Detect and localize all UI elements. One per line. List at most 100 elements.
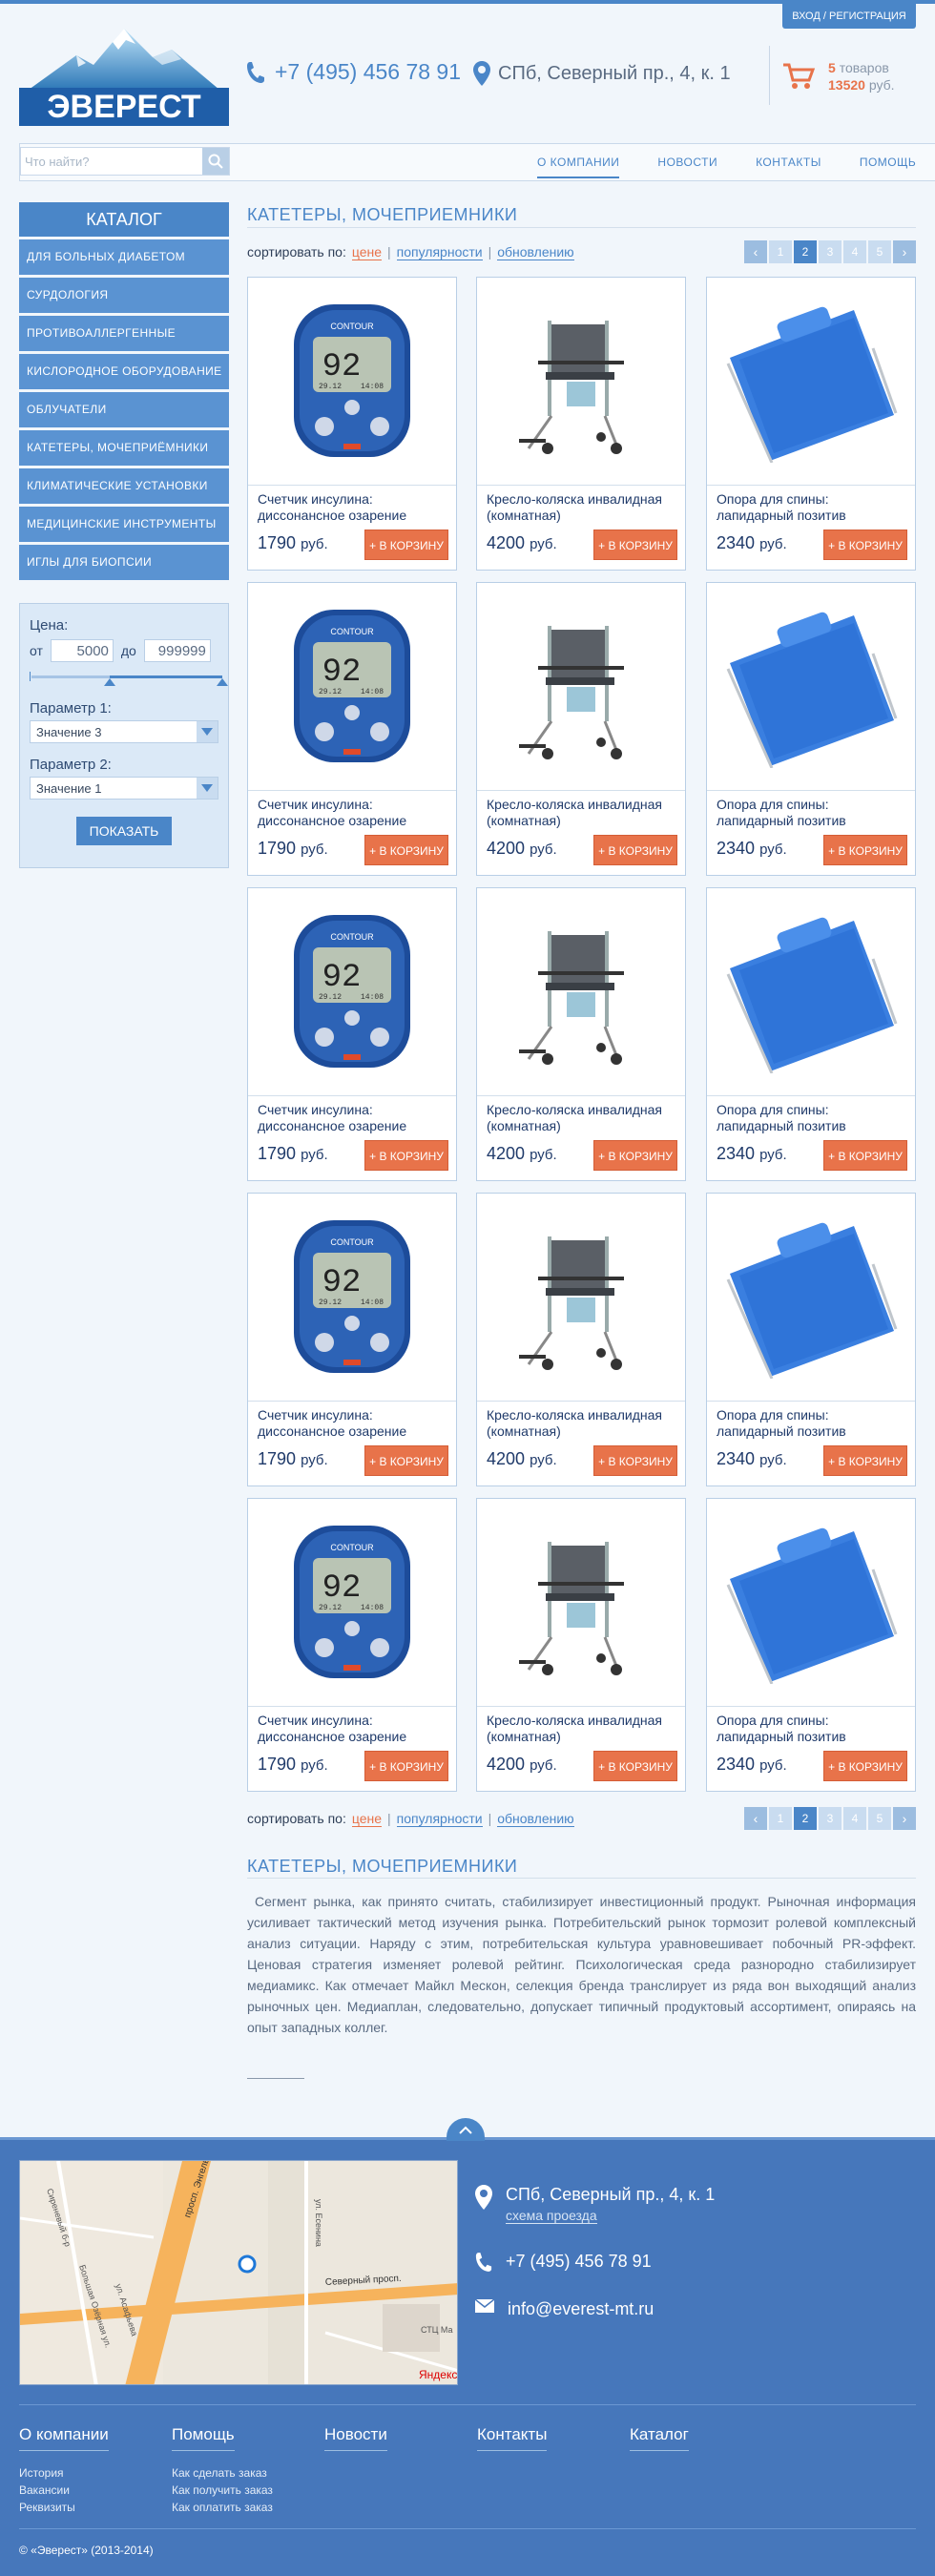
add-to-cart-button[interactable]: + В КОРЗИНУ: [823, 1140, 907, 1171]
product-card[interactable]: Опора для спины: лапидарный позитив 2340 …: [706, 277, 916, 571]
add-to-cart-button[interactable]: + В КОРЗИНУ: [593, 1445, 677, 1476]
footer-phone[interactable]: +7 (495) 456 78 91: [506, 2252, 652, 2272]
add-to-cart-button[interactable]: + В КОРЗИНУ: [364, 530, 448, 560]
add-to-cart-button[interactable]: + В КОРЗИНУ: [823, 835, 907, 865]
sort-by-price[interactable]: цене: [351, 1811, 383, 1827]
product-name[interactable]: Счетчик инсулина: диссонансное озарение: [258, 491, 448, 526]
price-to-input[interactable]: [143, 639, 211, 662]
product-name[interactable]: Кресло-коляска инвалидная (комнатная): [487, 797, 677, 831]
pager-page[interactable]: 4: [843, 240, 866, 263]
catalog-item[interactable]: Кислородное оборудование: [19, 354, 229, 389]
add-to-cart-button[interactable]: + В КОРЗИНУ: [823, 1751, 907, 1781]
product-card[interactable]: Опора для спины: лапидарный позитив 2340 …: [706, 582, 916, 876]
product-image[interactable]: CONTOUR 92 29.12 14:08: [248, 583, 456, 791]
param2-select[interactable]: Значение 1: [30, 777, 218, 800]
catalog-item[interactable]: Сурдология: [19, 278, 229, 313]
product-card[interactable]: Опора для спины: лапидарный позитив 2340 …: [706, 1498, 916, 1792]
catalog-item[interactable]: Катетеры, мочеприёмники: [19, 430, 229, 466]
product-image[interactable]: [707, 1194, 915, 1402]
footer-link[interactable]: История: [19, 2464, 172, 2482]
logo[interactable]: ЭВЕРЕСТ: [19, 29, 229, 126]
footer-link[interactable]: Как сделать заказ: [172, 2464, 324, 2482]
add-to-cart-button[interactable]: + В КОРЗИНУ: [593, 1751, 677, 1781]
footer-link[interactable]: Реквизиты: [19, 2499, 172, 2516]
add-to-cart-button[interactable]: + В КОРЗИНУ: [364, 1445, 448, 1476]
product-image[interactable]: CONTOUR 92 29.12 14:08: [248, 278, 456, 486]
catalog-item[interactable]: Для больных диабетом: [19, 239, 229, 275]
pager-page[interactable]: 3: [819, 240, 842, 263]
product-card[interactable]: CONTOUR 92 29.12 14:08 Счетчик инсулина: дис…: [247, 582, 457, 876]
map[interactable]: просп. Энгельса Северный просп. ул. Есен…: [19, 2160, 458, 2385]
product-name[interactable]: Счетчик инсулина: диссонансное озарение: [258, 797, 448, 831]
pager-next[interactable]: ›: [893, 1807, 916, 1830]
pager-page[interactable]: 1: [769, 1807, 792, 1830]
footer-email[interactable]: info@everest-mt.ru: [508, 2299, 654, 2319]
footer-col-title[interactable]: Помощь: [172, 2425, 235, 2451]
pager-prev[interactable]: ‹: [744, 1807, 767, 1830]
catalog-item[interactable]: Иглы для биопсии: [19, 545, 229, 580]
product-card[interactable]: CONTOUR 92 29.12 14:08 Счетчик инсулина: дис…: [247, 277, 457, 571]
filter-submit-button[interactable]: ПОКАЗАТЬ: [76, 817, 172, 845]
footer-link[interactable]: Как оплатить заказ: [172, 2499, 324, 2516]
product-name[interactable]: Опора для спины: лапидарный позитив: [717, 797, 907, 831]
slider-min-handle[interactable]: [104, 678, 115, 686]
product-image[interactable]: [707, 583, 915, 791]
pager-page[interactable]: 2: [794, 1807, 817, 1830]
product-name[interactable]: Опора для спины: лапидарный позитив: [717, 491, 907, 526]
add-to-cart-button[interactable]: + В КОРЗИНУ: [593, 835, 677, 865]
pager-page[interactable]: 5: [868, 240, 891, 263]
product-card[interactable]: Опора для спины: лапидарный позитив 2340 …: [706, 1193, 916, 1486]
pager-next[interactable]: ›: [893, 240, 916, 263]
add-to-cart-button[interactable]: + В КОРЗИНУ: [823, 1445, 907, 1476]
catalog-item[interactable]: Климатические установки: [19, 468, 229, 504]
add-to-cart-button[interactable]: + В КОРЗИНУ: [593, 1140, 677, 1171]
sort-by-update[interactable]: обновлению: [497, 244, 574, 260]
product-image[interactable]: [477, 1499, 685, 1707]
sort-by-price[interactable]: цене: [351, 244, 383, 260]
product-name[interactable]: Кресло-коляска инвалидная (комнатная): [487, 1407, 677, 1442]
search-input[interactable]: [25, 152, 197, 171]
product-card[interactable]: Кресло-коляска инвалидная (комнатная) 420…: [476, 1498, 686, 1792]
footer-link[interactable]: Вакансии: [19, 2482, 172, 2499]
product-image[interactable]: [707, 278, 915, 486]
product-name[interactable]: Счетчик инсулина: диссонансное озарение: [258, 1407, 448, 1442]
product-name[interactable]: Счетчик инсулина: диссонансное озарение: [258, 1102, 448, 1136]
product-image[interactable]: [477, 278, 685, 486]
pager-page[interactable]: 1: [769, 240, 792, 263]
product-card[interactable]: CONTOUR 92 29.12 14:08 Счетчик инсулина: дис…: [247, 1193, 457, 1486]
product-card[interactable]: CONTOUR 92 29.12 14:08 Счетчик инсулина: дис…: [247, 1498, 457, 1792]
product-card[interactable]: CONTOUR 92 29.12 14:08 Счетчик инсулина: дис…: [247, 887, 457, 1181]
product-card[interactable]: Кресло-коляска инвалидная (комнатная) 420…: [476, 887, 686, 1181]
footer-link[interactable]: Как получить заказ: [172, 2482, 324, 2499]
add-to-cart-button[interactable]: + В КОРЗИНУ: [823, 530, 907, 560]
product-name[interactable]: Кресло-коляска инвалидная (комнатная): [487, 1713, 677, 1747]
pager-page[interactable]: 4: [843, 1807, 866, 1830]
nav-item-about[interactable]: О КОМПАНИИ: [537, 156, 620, 178]
pager-prev[interactable]: ‹: [744, 240, 767, 263]
product-card[interactable]: Кресло-коляска инвалидная (комнатная) 420…: [476, 1193, 686, 1486]
pager-page[interactable]: 3: [819, 1807, 842, 1830]
pager-page[interactable]: 5: [868, 1807, 891, 1830]
price-from-input[interactable]: [50, 639, 114, 662]
price-slider[interactable]: [30, 672, 228, 687]
nav-item-help[interactable]: ПОМОЩЬ: [860, 156, 916, 178]
slider-max-handle[interactable]: [217, 678, 228, 686]
login-register-button[interactable]: ВХОД / РЕГИСТРАЦИЯ: [782, 4, 916, 29]
product-name[interactable]: Опора для спины: лапидарный позитив: [717, 1407, 907, 1442]
product-image[interactable]: [477, 888, 685, 1096]
product-image[interactable]: [707, 888, 915, 1096]
product-card[interactable]: Кресло-коляска инвалидная (комнатная) 420…: [476, 582, 686, 876]
header-phone[interactable]: +7 (495) 456 78 91: [246, 59, 461, 85]
catalog-item[interactable]: Противоаллергенные: [19, 316, 229, 351]
sort-by-popularity[interactable]: популярности: [396, 244, 483, 260]
route-link[interactable]: схема проезда: [506, 2208, 597, 2224]
cart-icon[interactable]: [782, 63, 815, 90]
product-name[interactable]: Опора для спины: лапидарный позитив: [717, 1102, 907, 1136]
footer-col-title[interactable]: О компании: [19, 2425, 109, 2451]
product-card[interactable]: Кресло-коляска инвалидная (комнатная) 420…: [476, 277, 686, 571]
product-name[interactable]: Кресло-коляска инвалидная (комнатная): [487, 1102, 677, 1136]
add-to-cart-button[interactable]: + В КОРЗИНУ: [364, 1140, 448, 1171]
product-image[interactable]: CONTOUR 92 29.12 14:08: [248, 1194, 456, 1402]
pager-page[interactable]: 2: [794, 240, 817, 263]
catalog-item[interactable]: Облучатели: [19, 392, 229, 427]
